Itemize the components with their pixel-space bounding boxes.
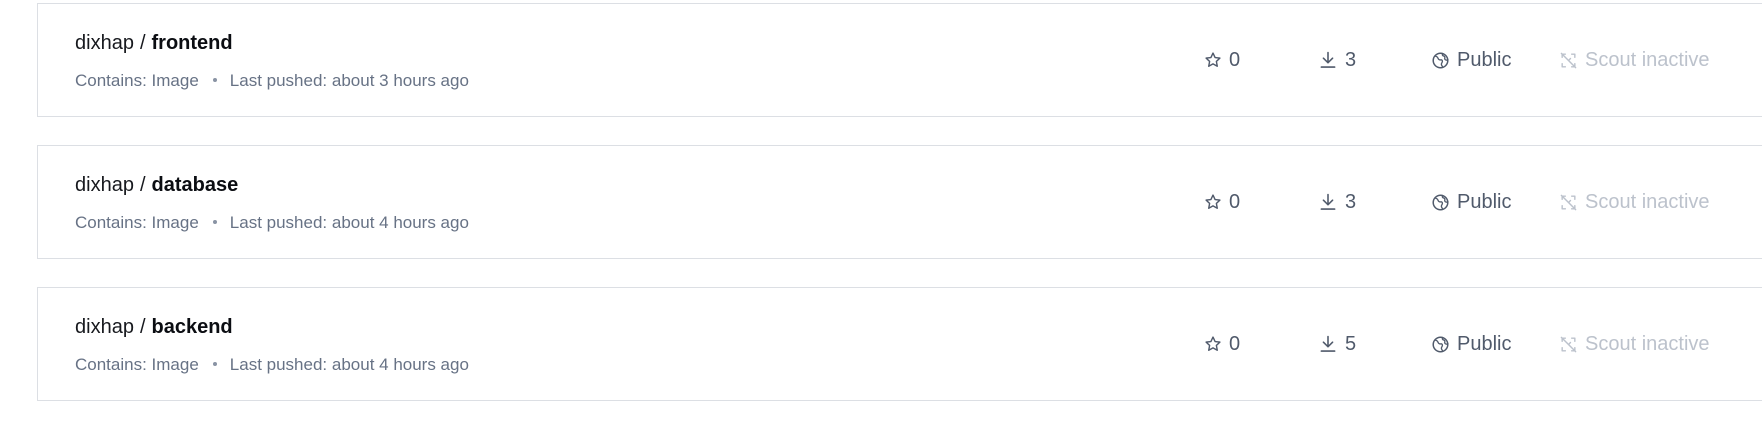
pull-count-value: 5 <box>1345 333 1357 355</box>
star-icon <box>1204 193 1229 211</box>
pull-count-value: 3 <box>1345 49 1357 71</box>
scout-status-label: Scout inactive <box>1585 333 1710 355</box>
scout-status: Scout inactive <box>1559 189 1710 215</box>
repository-namespace: dixhap <box>75 32 134 54</box>
repository-card[interactable]: dixhap / frontend Contains: Image Last push… <box>37 3 1762 117</box>
meta-separator-dot <box>212 220 217 225</box>
repository-contains: Contains: Image <box>75 355 199 374</box>
star-count: 0 <box>1204 331 1240 357</box>
repository-last-pushed: Last pushed: about 4 hours ago <box>229 355 469 374</box>
download-icon <box>1318 334 1345 354</box>
visibility-status: Public <box>1431 189 1511 215</box>
visibility-label: Public <box>1457 191 1512 213</box>
download-icon <box>1318 50 1345 70</box>
repository-contains: Contains: Image <box>75 213 199 232</box>
repository-card[interactable]: dixhap / database Contains: Image Last push… <box>37 145 1762 259</box>
star-count: 0 <box>1204 47 1240 73</box>
scout-status-label: Scout inactive <box>1585 191 1710 213</box>
repository-meta: Contains: Image Last pushed: about 4 hour… <box>75 354 469 376</box>
visibility-status: Public <box>1431 331 1511 357</box>
repository-separator: / <box>139 174 146 196</box>
repository-title[interactable]: dixhap / frontend <box>75 30 233 56</box>
star-count-value: 0 <box>1229 333 1241 355</box>
pull-count: 3 <box>1318 189 1356 215</box>
pull-count: 3 <box>1318 47 1356 73</box>
repository-name: backend <box>151 316 233 338</box>
repository-title[interactable]: dixhap / backend <box>75 314 233 340</box>
star-count-value: 0 <box>1229 49 1241 71</box>
repository-list: dixhap / frontend Contains: Image Last push… <box>0 0 1762 421</box>
repository-namespace: dixhap <box>75 316 134 338</box>
star-icon <box>1204 335 1229 353</box>
public-globe-icon <box>1431 335 1457 354</box>
meta-separator-dot <box>212 78 217 83</box>
repository-last-pushed: Last pushed: about 4 hours ago <box>229 213 469 232</box>
repository-namespace: dixhap <box>75 174 134 196</box>
repository-meta: Contains: Image Last pushed: about 3 hour… <box>75 70 469 92</box>
repository-separator: / <box>139 316 146 338</box>
star-count: 0 <box>1204 189 1240 215</box>
scout-inactive-icon <box>1559 193 1585 212</box>
scout-status: Scout inactive <box>1559 47 1710 73</box>
repository-name: frontend <box>151 32 233 54</box>
scout-status-label: Scout inactive <box>1585 49 1710 71</box>
meta-separator-dot <box>212 362 217 367</box>
scout-inactive-icon <box>1559 335 1585 354</box>
scout-status: Scout inactive <box>1559 331 1710 357</box>
scout-inactive-icon <box>1559 51 1585 70</box>
visibility-status: Public <box>1431 47 1511 73</box>
repository-name: database <box>151 174 239 196</box>
pull-count-value: 3 <box>1345 191 1357 213</box>
pull-count: 5 <box>1318 331 1356 357</box>
repository-contains: Contains: Image <box>75 71 199 90</box>
visibility-label: Public <box>1457 333 1512 355</box>
star-icon <box>1204 51 1229 69</box>
download-icon <box>1318 192 1345 212</box>
repository-card[interactable]: dixhap / backend Contains: Image Last pushe… <box>37 287 1762 401</box>
public-globe-icon <box>1431 51 1457 70</box>
public-globe-icon <box>1431 193 1457 212</box>
repository-meta: Contains: Image Last pushed: about 4 hour… <box>75 212 469 234</box>
repository-last-pushed: Last pushed: about 3 hours ago <box>229 71 469 90</box>
star-count-value: 0 <box>1229 191 1241 213</box>
repository-separator: / <box>139 32 146 54</box>
visibility-label: Public <box>1457 49 1512 71</box>
repository-title[interactable]: dixhap / database <box>75 172 238 198</box>
